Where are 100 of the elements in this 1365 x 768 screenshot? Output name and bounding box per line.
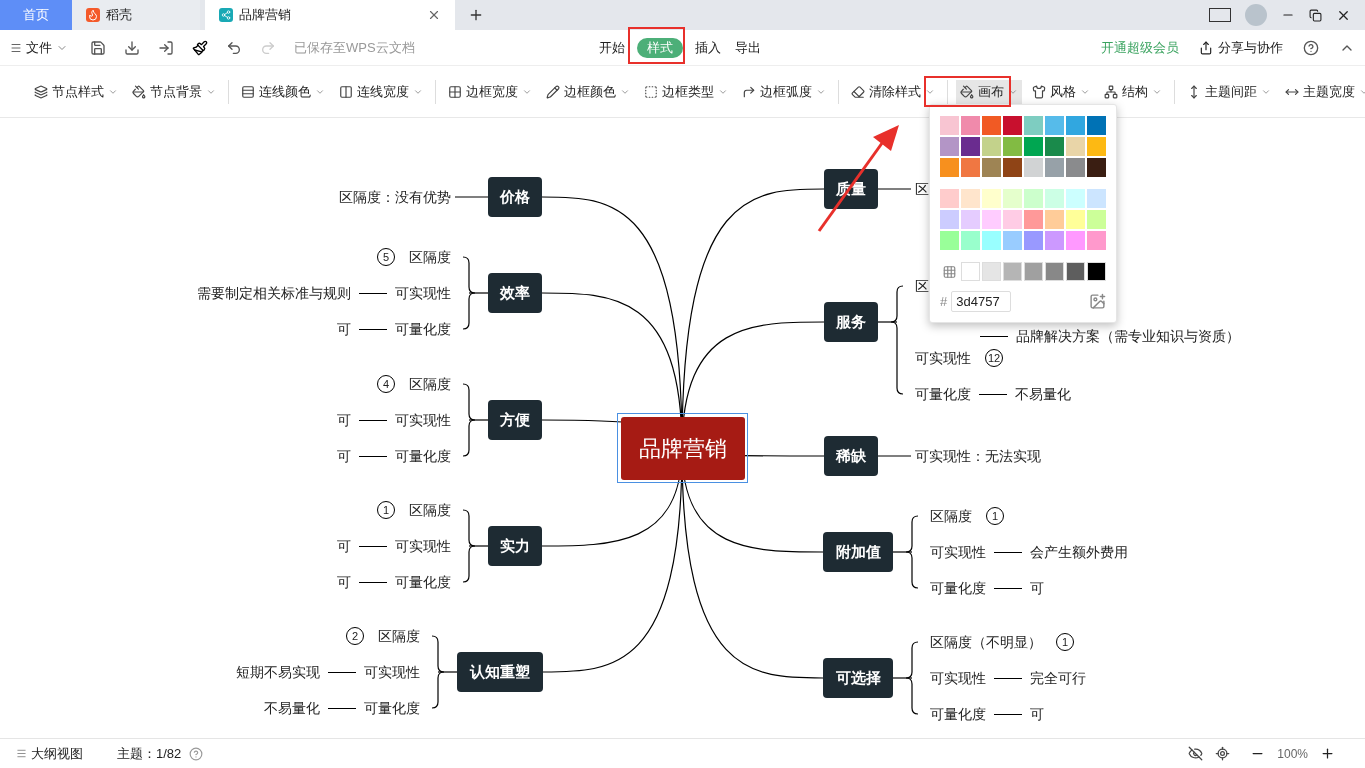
color-swatch[interactable] [1066, 137, 1085, 156]
topic-node[interactable]: 实力 [488, 526, 542, 566]
toolbar-button[interactable]: 节点样式 [30, 79, 122, 104]
toolbar-button[interactable]: 结构 [1100, 79, 1166, 104]
topic-label[interactable]: 可 [337, 409, 351, 431]
color-swatch[interactable] [1024, 189, 1043, 208]
topic-label[interactable]: 区 [915, 275, 929, 297]
topic-label[interactable]: 可实现性 [915, 347, 971, 369]
topic-node[interactable]: 方便 [488, 400, 542, 440]
toolbar-button[interactable]: 边框类型 [640, 79, 732, 104]
color-swatch[interactable] [1066, 116, 1085, 135]
central-topic[interactable]: 品牌营销 [620, 416, 745, 480]
toolbar-button[interactable]: 边框宽度 [444, 79, 536, 104]
toolbar-button[interactable]: 画布 [956, 79, 1022, 104]
color-swatch[interactable] [1003, 231, 1022, 250]
topic-label[interactable]: 需要制定相关标准与规则 [197, 282, 351, 304]
color-swatch[interactable] [1066, 231, 1085, 250]
color-swatch[interactable] [1003, 158, 1022, 177]
topic-node[interactable]: 服务 [824, 302, 878, 342]
color-swatch[interactable] [1087, 158, 1106, 177]
color-swatch[interactable] [982, 158, 1001, 177]
topic-label[interactable]: 可实现性：无法实现 [915, 445, 1041, 467]
file-menu[interactable]: 文件 [10, 37, 68, 58]
toolbar-button[interactable]: 连线颜色 [237, 79, 329, 104]
color-swatch[interactable] [940, 137, 959, 156]
color-swatch[interactable] [1087, 231, 1106, 250]
restore-icon[interactable] [1309, 8, 1322, 22]
topic-label[interactable]: 不易量化 [1015, 383, 1071, 405]
color-swatch[interactable] [1024, 158, 1043, 177]
color-swatch[interactable] [961, 116, 980, 135]
topic-label[interactable]: 不易量化 [264, 697, 320, 719]
topic-label[interactable]: 可 [337, 535, 351, 557]
menu-tab[interactable]: 开始 [597, 37, 627, 58]
color-swatch[interactable] [982, 262, 1001, 281]
topic-label[interactable]: 可量化度 [395, 571, 451, 593]
toolbar-button[interactable]: 边框弧度 [738, 79, 830, 104]
topic-label[interactable]: 可量化度 [930, 703, 986, 725]
hide-icon[interactable] [1188, 746, 1204, 761]
color-swatch[interactable] [982, 137, 1001, 156]
color-swatch[interactable] [940, 210, 959, 229]
topic-label[interactable]: 完全可行 [1030, 667, 1086, 689]
topic-label[interactable]: 短期不易实现 [236, 661, 320, 683]
color-swatch[interactable] [1003, 262, 1022, 281]
topic-label[interactable]: 会产生额外费用 [1030, 541, 1128, 563]
color-swatch[interactable] [961, 137, 980, 156]
topic-label[interactable]: 区隔度 [930, 505, 972, 527]
topic-label[interactable]: 可量化度 [364, 697, 420, 719]
document-tab[interactable]: 稻壳 [72, 0, 200, 30]
color-swatch[interactable] [1045, 189, 1064, 208]
topic-node[interactable]: 附加值 [823, 532, 893, 572]
color-swatch[interactable] [940, 189, 959, 208]
color-swatch[interactable] [982, 189, 1001, 208]
new-tab-icon[interactable] [468, 7, 484, 23]
color-swatch[interactable] [1045, 137, 1064, 156]
topic-label[interactable]: 可实现性 [395, 282, 451, 304]
image-icon[interactable] [1089, 293, 1106, 310]
topic-label[interactable]: 可实现性 [930, 541, 986, 563]
help-icon[interactable] [1303, 39, 1319, 56]
locate-icon[interactable] [1215, 746, 1231, 761]
color-swatch[interactable] [940, 116, 959, 135]
format-painter-icon[interactable] [192, 39, 208, 56]
color-swatch[interactable] [1087, 137, 1106, 156]
topic-label[interactable]: 区隔度：没有优势 [339, 186, 451, 208]
color-swatch[interactable] [1066, 189, 1085, 208]
topic-node[interactable]: 效率 [488, 273, 542, 313]
color-swatch[interactable] [1003, 116, 1022, 135]
window-count-icon[interactable] [1209, 8, 1231, 22]
download-icon[interactable] [124, 39, 140, 56]
topic-node[interactable]: 可选择 [823, 658, 893, 698]
menu-tab[interactable]: 导出 [733, 37, 763, 58]
color-swatch[interactable] [961, 262, 980, 281]
color-swatch[interactable] [982, 210, 1001, 229]
color-swatch[interactable] [940, 231, 959, 250]
color-swatch[interactable] [1066, 262, 1085, 281]
share-button[interactable]: 分享与协作 [1199, 37, 1283, 58]
toolbar-button[interactable]: 风格 [1028, 79, 1094, 104]
topic-node[interactable]: 认知重塑 [457, 652, 543, 692]
color-swatch[interactable] [961, 210, 980, 229]
topic-label[interactable]: 区隔度（不明显） [930, 631, 1042, 653]
color-swatch[interactable] [1003, 189, 1022, 208]
color-swatch[interactable] [1066, 210, 1085, 229]
import-icon[interactable] [158, 39, 174, 56]
color-swatch[interactable] [961, 231, 980, 250]
color-swatch[interactable] [940, 158, 959, 177]
toolbar-button[interactable]: 节点背景 [128, 79, 220, 104]
color-swatch[interactable] [1045, 210, 1064, 229]
toolbar-button[interactable]: 连线宽度 [335, 79, 427, 104]
color-swatch[interactable] [1045, 262, 1064, 281]
topic-label[interactable]: 区隔度 [409, 499, 451, 521]
topic-label[interactable]: 可实现性 [395, 409, 451, 431]
topic-label[interactable]: 可实现性 [395, 535, 451, 557]
toolbar-button[interactable]: 主题间距 [1183, 79, 1275, 104]
topic-label[interactable]: 可 [1030, 703, 1044, 725]
color-swatch[interactable] [1087, 210, 1106, 229]
topic-label[interactable]: 区隔度 [409, 373, 451, 395]
topic-label[interactable]: 可实现性 [364, 661, 420, 683]
color-swatch[interactable] [982, 116, 1001, 135]
toolbar-button[interactable]: 清除样式 [847, 79, 939, 104]
color-swatch[interactable] [1024, 231, 1043, 250]
color-swatch[interactable] [982, 231, 1001, 250]
